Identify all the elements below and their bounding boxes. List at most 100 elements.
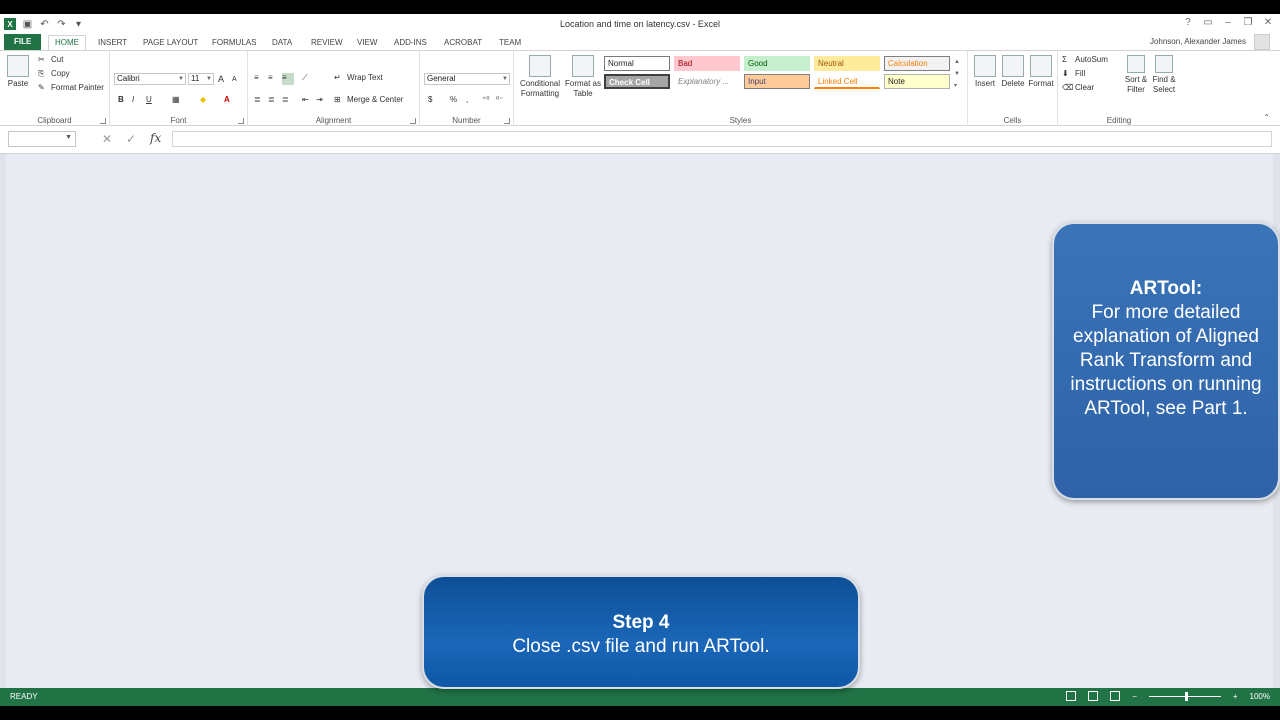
font-size-value: 11 <box>191 74 200 83</box>
number-launcher-icon[interactable] <box>504 118 510 124</box>
decrease-decimal-icon[interactable]: ⁰⁻ <box>496 95 503 105</box>
cut-button[interactable]: ✂ Cut <box>38 55 63 65</box>
increase-indent-icon[interactable]: ⇥ <box>316 95 323 105</box>
editing-group-label: Editing <box>1106 116 1132 125</box>
style-explanatory[interactable]: Explanatory ... <box>674 74 740 89</box>
style-check-cell[interactable]: Check Cell <box>604 74 670 89</box>
number-format-select[interactable]: General ▼ <box>424 73 510 85</box>
style-bad[interactable]: Bad <box>674 56 740 71</box>
ribbon-display-icon[interactable]: ▭ <box>1202 16 1214 30</box>
shrink-font-button[interactable]: A <box>232 75 237 85</box>
style-calculation[interactable]: Calculation <box>884 56 950 71</box>
styles-more-icon[interactable]: ▾ <box>954 81 957 91</box>
align-left-icon[interactable]: ≣ <box>254 95 261 105</box>
find-select-button[interactable]: Find & Select <box>1150 55 1178 95</box>
page-break-view-icon[interactable] <box>1110 691 1121 701</box>
format-button[interactable]: Format <box>1028 55 1054 89</box>
format-painter-button[interactable]: ✎ Format Painter <box>38 83 104 93</box>
normal-view-icon[interactable] <box>1066 691 1077 701</box>
style-input[interactable]: Input <box>744 74 810 89</box>
tab-home[interactable]: HOME <box>48 35 86 51</box>
close-icon[interactable]: ✕ <box>1262 16 1274 30</box>
chevron-down-icon: ▼ <box>65 134 72 141</box>
zoom-level[interactable]: 100% <box>1250 692 1270 701</box>
conditional-formatting-label: Conditional Formatting <box>519 79 561 98</box>
cells-group: Insert Delete Format Cells <box>968 51 1058 127</box>
cancel-entry-icon[interactable]: ✕ <box>102 132 112 146</box>
step-callout: Step 4 Close .csv file and run ARTool. <box>422 575 860 689</box>
tab-file[interactable]: FILE <box>4 34 42 50</box>
fill-color-icon[interactable]: ◆ <box>200 95 206 105</box>
clipboard-launcher-icon[interactable] <box>100 118 106 124</box>
format-as-table-button[interactable]: Format as Table <box>564 55 602 99</box>
page-layout-view-icon[interactable] <box>1088 691 1099 701</box>
style-neutral[interactable]: Neutral <box>814 56 880 71</box>
font-size-select[interactable]: 11 ▼ <box>188 73 214 85</box>
bottom-align-icon[interactable]: ≡ <box>282 73 294 85</box>
font-family-select[interactable]: Calibri ▼ <box>114 73 186 85</box>
wrap-text-button[interactable]: ↵ Wrap Text <box>334 73 383 83</box>
avatar[interactable] <box>1254 34 1270 50</box>
name-box[interactable]: ▼ <box>8 131 76 147</box>
merge-center-button[interactable]: ⊞ Merge & Center <box>334 95 403 105</box>
alignment-launcher-icon[interactable] <box>410 118 416 124</box>
user-name[interactable]: Johnson, Alexander James <box>1150 37 1246 46</box>
collapse-ribbon-icon[interactable]: ⌃ <box>1263 113 1270 123</box>
orientation-icon[interactable]: ⟋ <box>302 73 308 83</box>
tab-data[interactable]: DATA <box>266 36 298 50</box>
middle-align-icon[interactable]: ≡ <box>268 73 273 83</box>
paste-button[interactable]: Paste <box>4 55 32 89</box>
clipboard-group: Paste ✂ Cut ⎘ Copy ✎ Format Painter Clipboa… <box>0 51 110 127</box>
clear-button[interactable]: ⌫ Clear <box>1062 83 1094 93</box>
currency-button[interactable]: $ <box>428 95 432 105</box>
copy-button[interactable]: ⎘ Copy <box>38 69 70 79</box>
tab-team[interactable]: TEAM <box>493 36 527 50</box>
minimize-icon[interactable]: – <box>1222 16 1234 30</box>
top-align-icon[interactable]: ≡ <box>254 73 259 83</box>
font-color-icon[interactable]: A <box>224 95 230 105</box>
style-note[interactable]: Note <box>884 74 950 89</box>
italic-button[interactable]: I <box>132 95 134 105</box>
tab-review[interactable]: REVIEW <box>305 36 349 50</box>
grow-font-button[interactable]: A <box>218 74 224 84</box>
zoom-out-button[interactable]: − <box>1132 692 1137 701</box>
zoom-slider-thumb[interactable] <box>1184 691 1188 701</box>
align-center-icon[interactable]: ≣ <box>268 95 275 105</box>
insert-button[interactable]: Insert <box>972 55 998 89</box>
style-normal[interactable]: Normal <box>604 56 670 71</box>
sort-filter-button[interactable]: Sort & Filter <box>1122 55 1150 95</box>
restore-icon[interactable]: ❐ <box>1242 16 1254 30</box>
style-good[interactable]: Good <box>744 56 810 71</box>
tab-page-layout[interactable]: PAGE LAYOUT <box>137 36 204 50</box>
style-linked-cell[interactable]: Linked Cell <box>814 74 880 89</box>
insert-function-button[interactable]: fx <box>150 131 161 145</box>
formula-input[interactable] <box>172 131 1272 147</box>
conditional-formatting-button[interactable]: Conditional Formatting <box>516 55 564 99</box>
confirm-entry-icon[interactable]: ✓ <box>126 132 136 146</box>
borders-icon[interactable]: ▦ <box>172 95 180 105</box>
font-launcher-icon[interactable] <box>238 118 244 124</box>
tab-insert[interactable]: INSERT <box>92 36 133 50</box>
percent-button[interactable]: % <box>450 95 457 105</box>
align-right-icon[interactable]: ≣ <box>282 95 289 105</box>
tab-formulas[interactable]: FORMULAS <box>206 36 262 50</box>
autosum-label: AutoSum <box>1075 55 1108 65</box>
fill-button[interactable]: ⬇ Fill <box>1062 69 1085 79</box>
help-icon[interactable]: ? <box>1182 16 1194 30</box>
editing-group: Σ AutoSum ⬇ Fill ⌫ Clear Sort & Filter Find… <box>1058 51 1180 127</box>
comma-button[interactable]: , <box>466 95 468 105</box>
underline-button[interactable]: U <box>146 95 152 105</box>
tab-add-ins[interactable]: ADD-INS <box>388 36 433 50</box>
chevron-down-icon: ▼ <box>502 76 508 82</box>
increase-decimal-icon[interactable]: ⁺⁰ <box>482 95 489 105</box>
tab-view[interactable]: VIEW <box>351 36 383 50</box>
decrease-indent-icon[interactable]: ⇤ <box>302 95 309 105</box>
bold-button[interactable]: B <box>118 95 124 105</box>
zoom-in-button[interactable]: + <box>1233 692 1238 701</box>
styles-scroll-down-icon[interactable]: ▼ <box>954 69 960 79</box>
styles-scroll-up-icon[interactable]: ▲ <box>954 57 960 67</box>
autosum-button[interactable]: Σ AutoSum <box>1062 55 1108 65</box>
tab-acrobat[interactable]: ACROBAT <box>438 36 488 50</box>
zoom-slider[interactable] <box>1148 691 1221 701</box>
delete-button[interactable]: Delete <box>1000 55 1026 89</box>
